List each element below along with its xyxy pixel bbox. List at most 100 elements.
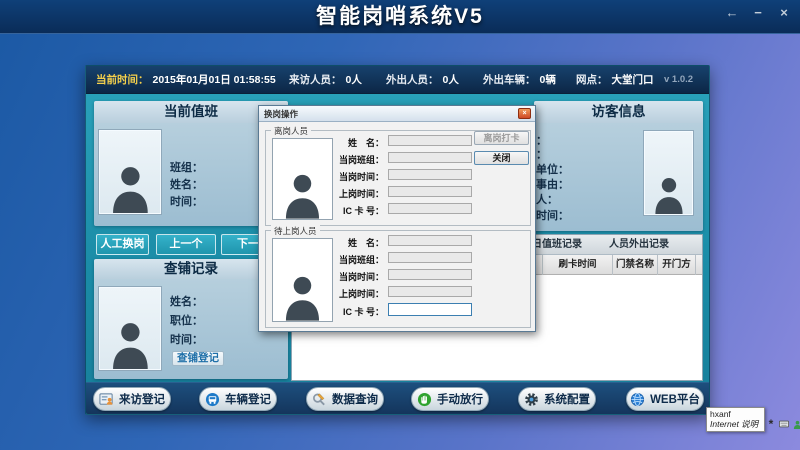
out-people-label: 外出人员：	[386, 66, 439, 94]
out-people-count: 外出人员： 0人	[386, 66, 459, 94]
app-titlebar: 智能岗哨系统V5 ← − ×	[0, 0, 800, 34]
visitor-field-time: 时间：	[536, 207, 569, 223]
leaving-start-time-label: 上岗时间：	[338, 187, 384, 200]
column-door-name: 门禁名称	[612, 255, 657, 275]
dialog-close-icon[interactable]: ×	[518, 108, 531, 119]
person-silhouette-icon	[110, 162, 151, 213]
person-silhouette-icon	[653, 174, 685, 214]
bedcheck-field-time: 时间：	[170, 331, 203, 347]
column-door-direction: 开门方向	[657, 255, 695, 275]
dialog-close-button[interactable]: 关闭	[474, 151, 529, 165]
leaving-group-label: 离岗人员	[271, 125, 311, 137]
site-value: 大堂门口	[612, 66, 654, 94]
app-title: 智能岗哨系统V5	[0, 0, 800, 34]
person-silhouette-icon	[283, 272, 322, 321]
incoming-start-time-label: 上岗时间：	[338, 287, 384, 300]
visitor-register-icon	[99, 392, 114, 407]
toolbar-label: 来访登记	[119, 391, 165, 407]
window-controls: ← − ×	[724, 5, 792, 21]
keyboard-icon[interactable]	[779, 419, 789, 429]
leaving-name-label: 姓 名：	[338, 136, 384, 149]
dialog-title: 换岗操作	[264, 106, 298, 122]
visitor-field-2: ：	[536, 146, 547, 162]
visitor-field-unit: 单位：	[536, 161, 569, 177]
toolbar-label: WEB平台	[650, 391, 700, 407]
close-icon[interactable]: ×	[776, 5, 792, 21]
minimize-icon[interactable]: −	[750, 5, 766, 21]
dialog-titlebar[interactable]: 换岗操作 ×	[259, 106, 535, 122]
leaving-duty-time-input[interactable]	[388, 169, 472, 180]
previous-button[interactable]: 上一个	[156, 234, 216, 255]
incoming-name-label: 姓 名：	[338, 236, 384, 249]
incoming-group: 待上岗人员 姓 名： 当岗班组： 当岗时间： 上岗时间： IC 卡 号：	[265, 230, 531, 328]
leaving-duty-time-label: 当岗时间：	[338, 170, 384, 183]
incoming-duty-time-input[interactable]	[388, 269, 472, 280]
column-swipe-time: 刷卡时间	[542, 255, 612, 275]
duty-field-time: 时间：	[170, 193, 203, 209]
bedcheck-field-position: 职位：	[170, 312, 203, 328]
system-config-button[interactable]: 系统配置	[518, 387, 596, 411]
current-time-label: 当前时间：	[96, 66, 149, 94]
data-query-button[interactable]: 数据查询	[306, 387, 384, 411]
person-silhouette-icon	[110, 318, 151, 369]
out-vehicles-value: 0辆	[540, 66, 556, 94]
system-config-icon	[524, 392, 539, 407]
web-platform-button[interactable]: WEB平台	[626, 387, 704, 411]
ime-person-icon[interactable]	[792, 419, 800, 429]
shift-change-dialog: 换岗操作 × 离岗人员 姓 名： 当岗班组： 当岗时间： 上岗时间： IC 卡 …	[258, 105, 536, 332]
manual-shift-button[interactable]: 人工换岗	[96, 234, 149, 255]
visitor-title: 访客信息	[534, 101, 703, 123]
visitor-register-button[interactable]: 来访登记	[93, 387, 171, 411]
incoming-team-label: 当岗班组：	[338, 253, 384, 266]
incoming-ic-card-input[interactable]	[388, 303, 472, 316]
system-tray: *	[766, 419, 800, 429]
person-silhouette-icon	[283, 170, 322, 219]
leaving-start-time-input[interactable]	[388, 186, 472, 197]
ime-mode-text: Internet 说明	[710, 419, 761, 429]
manual-release-icon	[417, 392, 432, 407]
out-vehicles-label: 外出车辆：	[483, 66, 536, 94]
manual-release-button[interactable]: 手动放行	[411, 387, 489, 411]
bedcheck-field-name: 姓名：	[170, 293, 203, 309]
version-text: v 1.0.2	[664, 66, 693, 94]
duty-field-group: 班组：	[170, 159, 203, 175]
visitor-photo	[644, 131, 693, 215]
leaving-photo	[272, 138, 333, 220]
tab-out-records[interactable]: 人员外出记录	[595, 235, 683, 255]
toolbar-label: 数据查询	[332, 391, 378, 407]
out-vehicles-count: 外出车辆： 0辆	[483, 66, 556, 94]
visitors-value: 0人	[346, 66, 362, 94]
incoming-start-time-input[interactable]	[388, 286, 472, 297]
back-icon[interactable]: ←	[724, 5, 740, 21]
ime-tooltip: hxanf Internet 说明	[706, 407, 765, 432]
vehicle-register-icon	[205, 392, 220, 407]
punch-out-button[interactable]: 离岗打卡	[474, 131, 529, 145]
leaving-name-input[interactable]	[388, 135, 472, 146]
incoming-duty-time-label: 当岗时间：	[338, 270, 384, 283]
toolbar-label: 车辆登记	[225, 391, 271, 407]
visitor-body: ： ： 单位： 事由： 人： 时间：	[534, 123, 703, 231]
visitor-field-reason: 事由：	[536, 176, 569, 192]
incoming-ic-card-label: IC 卡 号：	[338, 305, 384, 318]
status-bar: 当前时间： 2015年01月01日 01:58:55 来访人员： 0人 外出人员…	[86, 66, 709, 94]
incoming-team-input[interactable]	[388, 252, 472, 263]
leaving-team-input[interactable]	[388, 152, 472, 163]
bottom-toolbar: 来访登记 车辆登记 数据查询 手动放行 系统配置 WEB平台	[86, 382, 709, 414]
duty-photo	[99, 130, 161, 214]
visitor-field-person: 人：	[536, 191, 558, 207]
data-query-icon	[312, 392, 327, 407]
current-time: 当前时间： 2015年01月01日 01:58:55	[96, 66, 276, 94]
vehicle-register-button[interactable]: 车辆登记	[199, 387, 277, 411]
out-people-value: 0人	[443, 66, 459, 94]
visitors-label: 来访人员：	[289, 66, 342, 94]
incoming-group-label: 待上岗人员	[271, 225, 320, 237]
incoming-name-input[interactable]	[388, 235, 472, 246]
bedcheck-register-button[interactable]: 查铺登记	[172, 351, 224, 366]
ime-text: hxanf	[710, 409, 761, 419]
ime-star-icon[interactable]: *	[766, 419, 776, 429]
current-time-value: 2015年01月01日 01:58:55	[153, 66, 276, 94]
web-platform-icon	[630, 392, 645, 407]
leaving-ic-card-input[interactable]	[388, 203, 472, 214]
toolbar-label: 手动放行	[437, 391, 483, 407]
incoming-photo	[272, 238, 333, 322]
